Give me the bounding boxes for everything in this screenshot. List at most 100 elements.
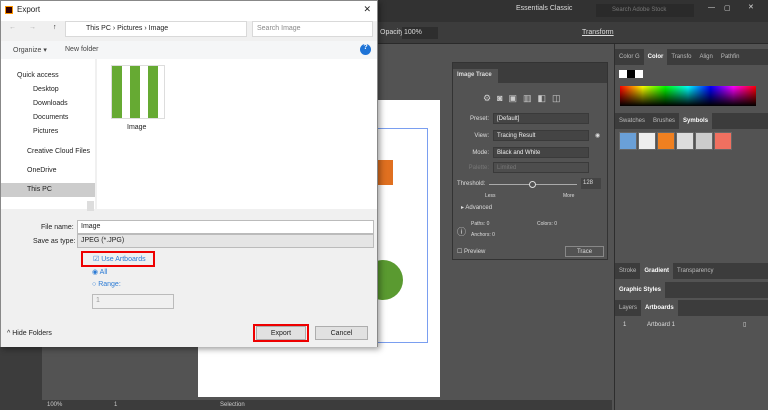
tab-color[interactable]: Color bbox=[643, 49, 668, 65]
symbol-item[interactable] bbox=[638, 132, 656, 150]
artboard-row[interactable]: 1 Artboard 1 ▯ bbox=[619, 320, 763, 331]
export-button[interactable]: Export bbox=[256, 326, 306, 340]
range-label: Range: bbox=[98, 281, 121, 288]
mode-select[interactable]: Black and White bbox=[493, 147, 589, 158]
nav-creative-cloud[interactable]: Creative Cloud Files bbox=[1, 145, 95, 159]
threshold-thumb[interactable] bbox=[529, 181, 536, 188]
symbol-item[interactable] bbox=[619, 132, 637, 150]
hide-folders-label: Hide Folders bbox=[12, 330, 52, 337]
color-spectrum[interactable] bbox=[620, 86, 756, 106]
threshold-input[interactable]: 128 bbox=[581, 178, 601, 189]
right-panel-dock: Color G Color Transfo Align Pathfin Swatches… bbox=[614, 44, 768, 410]
range-radio[interactable]: ○ Range: bbox=[92, 281, 121, 288]
trace-button[interactable]: Trace bbox=[565, 246, 604, 257]
fill-stroke-swatches[interactable] bbox=[619, 70, 643, 78]
nav-this-pc[interactable]: This PC bbox=[1, 183, 95, 197]
breadcrumb-pictures[interactable]: Pictures bbox=[117, 25, 142, 32]
breadcrumb-this-pc[interactable]: This PC bbox=[86, 25, 111, 32]
eye-icon[interactable]: ◉ bbox=[595, 132, 600, 139]
nav-onedrive[interactable]: OneDrive bbox=[1, 164, 95, 178]
preset-select[interactable]: [Default] bbox=[493, 113, 589, 124]
navigation-pane: Quick access Desktop Downloads Documents… bbox=[1, 59, 95, 341]
file-thumbnail[interactable] bbox=[111, 65, 165, 119]
tab-artboards[interactable]: Artboards bbox=[641, 300, 678, 316]
workspace-switcher[interactable]: Essentials Classic bbox=[516, 5, 572, 12]
artboard-number[interactable]: 1 bbox=[114, 402, 117, 408]
tab-layers[interactable]: Layers bbox=[615, 300, 641, 316]
all-label: All bbox=[99, 269, 108, 276]
forward-button[interactable]: → bbox=[29, 24, 36, 31]
save-type-select[interactable]: JPEG (*.JPG) bbox=[77, 234, 374, 248]
colors-label: Colors: bbox=[537, 221, 553, 227]
transform-link[interactable]: Transform bbox=[582, 29, 614, 36]
file-name-label[interactable]: Image bbox=[127, 124, 146, 131]
dialog-title: Export bbox=[17, 5, 41, 14]
symbol-item[interactable] bbox=[714, 132, 732, 150]
tab-graphic-styles[interactable]: Graphic Styles bbox=[615, 282, 666, 298]
new-folder-button[interactable]: New folder bbox=[65, 46, 98, 53]
stock-search-input[interactable]: Search Adobe Stock bbox=[596, 4, 694, 17]
nav-label: Creative Cloud Files bbox=[27, 148, 91, 155]
palette-label: Palette: bbox=[468, 165, 489, 171]
nav-pictures[interactable]: Pictures bbox=[1, 125, 95, 139]
advanced-toggle[interactable]: ▸ Advanced bbox=[461, 204, 492, 211]
tab-transform[interactable]: Transfo bbox=[667, 49, 695, 65]
tab-gradient[interactable]: Gradient bbox=[640, 263, 674, 279]
stroke-panel-tabs: Stroke Gradient Transparency bbox=[615, 263, 768, 279]
all-radio[interactable]: ◉ All bbox=[92, 268, 107, 276]
preview-checkbox[interactable]: ☐ Preview bbox=[457, 248, 485, 255]
preset-icons[interactable]: ⚙◙▣▥◧◫ bbox=[483, 93, 567, 104]
tab-swatches[interactable]: Swatches bbox=[615, 113, 649, 129]
paths-value: 0 bbox=[486, 221, 490, 227]
hide-folders-button[interactable]: ^ Hide Folders bbox=[7, 330, 52, 337]
organize-button[interactable]: Organize ▾ bbox=[13, 46, 47, 54]
artboard-options-icon[interactable]: ▯ bbox=[743, 321, 746, 328]
tab-stroke[interactable]: Stroke bbox=[615, 263, 640, 279]
symbol-item[interactable] bbox=[695, 132, 713, 150]
colors-value: 0 bbox=[554, 221, 558, 227]
tab-align[interactable]: Align bbox=[695, 49, 716, 65]
nav-label: Pictures bbox=[33, 128, 59, 135]
up-button[interactable]: ↑ bbox=[53, 24, 57, 31]
maximize-button[interactable]: ▢ bbox=[724, 4, 731, 12]
symbol-item[interactable] bbox=[657, 132, 675, 150]
help-icon[interactable]: ? bbox=[360, 44, 371, 55]
back-button[interactable]: ← bbox=[9, 24, 16, 31]
artboard-name: Artboard 1 bbox=[647, 322, 676, 328]
nav-desktop[interactable]: Desktop bbox=[1, 83, 95, 97]
nav-quick-access[interactable]: Quick access bbox=[1, 69, 95, 83]
view-select[interactable]: Tracing Result bbox=[493, 130, 589, 141]
tab-color-guide[interactable]: Color G bbox=[615, 49, 644, 65]
use-artboards-checkbox[interactable]: ☑ Use Artboards bbox=[93, 255, 146, 263]
nav-downloads[interactable]: Downloads bbox=[1, 97, 95, 111]
color-panel-tabs: Color G Color Transfo Align Pathfin bbox=[615, 49, 768, 65]
nav-label: This PC bbox=[27, 186, 52, 193]
file-name-input[interactable]: Image bbox=[77, 220, 374, 234]
zoom-level[interactable]: 100% bbox=[47, 402, 62, 408]
range-input: 1 bbox=[92, 294, 174, 309]
save-type-label: Save as type: bbox=[33, 238, 76, 245]
paths-label: Paths: bbox=[471, 221, 486, 227]
close-dialog-button[interactable]: ✕ bbox=[363, 4, 371, 15]
minimize-button[interactable]: — bbox=[708, 4, 715, 11]
address-bar[interactable]: This PC › Pictures › Image bbox=[65, 21, 247, 37]
breadcrumb-image[interactable]: Image bbox=[149, 25, 168, 32]
less-label: Less bbox=[485, 193, 496, 199]
tab-transparency[interactable]: Transparency bbox=[673, 263, 717, 279]
search-input[interactable]: Search Image bbox=[252, 21, 373, 37]
anchors-value: 0 bbox=[492, 232, 495, 238]
nav-label: Desktop bbox=[33, 86, 59, 93]
threshold-slider[interactable] bbox=[489, 181, 577, 188]
close-app-button[interactable]: ✕ bbox=[748, 3, 754, 11]
advanced-label: Advanced bbox=[465, 205, 493, 211]
cancel-button[interactable]: Cancel bbox=[315, 326, 368, 340]
tab-brushes[interactable]: Brushes bbox=[649, 113, 679, 129]
tab-symbols[interactable]: Symbols bbox=[679, 113, 713, 129]
image-trace-panel: Image Trace ⚙◙▣▥◧◫ Preset: [Default] View… bbox=[452, 62, 608, 260]
threshold-label: Threshold: bbox=[457, 181, 486, 187]
tab-pathfinder[interactable]: Pathfin bbox=[717, 49, 744, 65]
nav-documents[interactable]: Documents bbox=[1, 111, 95, 125]
symbol-item[interactable] bbox=[676, 132, 694, 150]
opacity-input[interactable]: 100% bbox=[402, 27, 438, 39]
nav-label: Downloads bbox=[33, 100, 68, 107]
